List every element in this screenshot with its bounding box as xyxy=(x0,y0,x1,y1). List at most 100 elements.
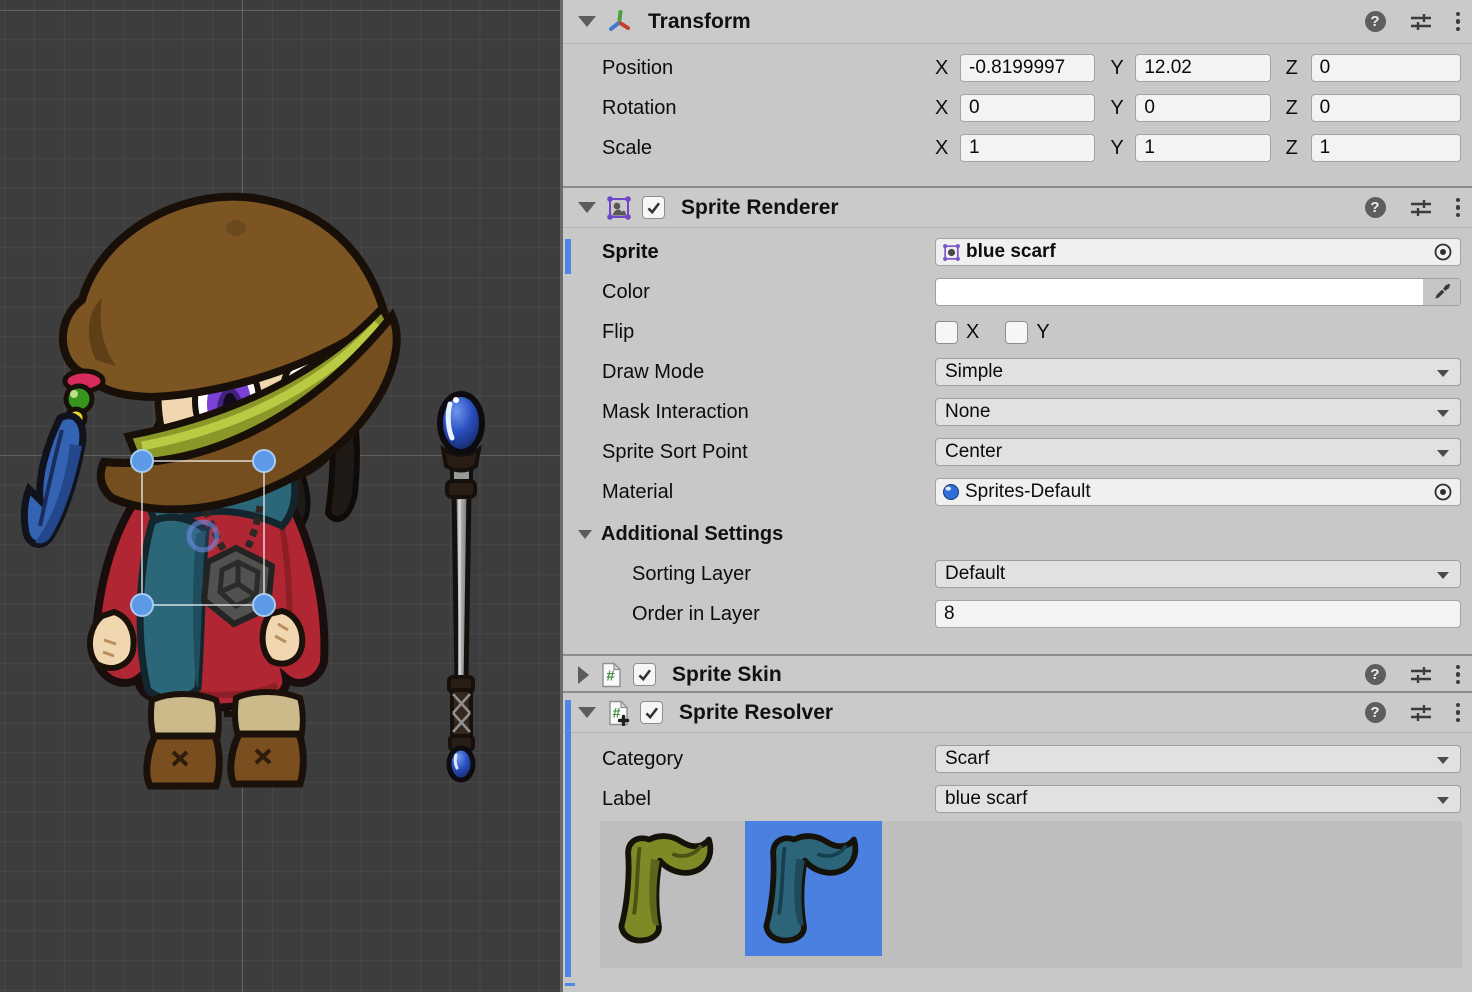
component-enabled-checkbox[interactable] xyxy=(633,663,656,686)
foldout-closed-icon[interactable] xyxy=(578,666,589,684)
field-label: Category xyxy=(602,748,935,771)
group-label: Additional Settings xyxy=(601,523,783,546)
axis-y-label: Y xyxy=(1110,137,1135,160)
sorting-layer-row: Sorting Layer Default xyxy=(602,560,1461,588)
selection-handle-bottom-right[interactable] xyxy=(253,594,275,616)
material-row: Material Sprites-Default xyxy=(602,478,1461,506)
flip-x-checkbox[interactable] xyxy=(935,321,958,344)
staff-sprite[interactable] xyxy=(440,394,482,780)
rotation-row: Rotation X0 Y0 Z0 xyxy=(602,94,1461,122)
sprite-sort-point-dropdown[interactable]: Center xyxy=(935,438,1461,466)
draw-mode-row: Draw Mode Simple xyxy=(602,358,1461,386)
rotation-y-field[interactable]: 0 xyxy=(1135,94,1270,122)
draw-mode-dropdown[interactable]: Simple xyxy=(935,358,1461,386)
field-label: Rotation xyxy=(602,97,935,120)
mask-interaction-row: Mask Interaction None xyxy=(602,398,1461,426)
order-in-layer-field[interactable]: 8 xyxy=(935,600,1461,628)
material-object-field[interactable]: Sprites-Default xyxy=(935,478,1461,506)
sprite-thumbnail-blue-scarf[interactable] xyxy=(745,821,882,956)
foldout-open-icon[interactable] xyxy=(578,202,596,213)
field-label: Mask Interaction xyxy=(602,401,935,424)
field-label: Flip xyxy=(602,321,935,344)
prefab-override-marker xyxy=(565,983,575,986)
context-menu-icon[interactable] xyxy=(1456,665,1461,685)
field-label: Scale xyxy=(602,137,935,160)
material-value: Sprites-Default xyxy=(965,481,1091,503)
transform-icon xyxy=(606,9,632,35)
flip-row: Flip X Y xyxy=(602,318,1461,346)
scene-view[interactable] xyxy=(0,0,563,992)
help-icon[interactable]: ? xyxy=(1365,664,1386,685)
mask-interaction-dropdown[interactable]: None xyxy=(935,398,1461,426)
rotation-x-field[interactable]: 0 xyxy=(960,94,1095,122)
presets-icon[interactable] xyxy=(1410,12,1432,32)
context-menu-icon[interactable] xyxy=(1456,703,1461,723)
component-title: Sprite Renderer xyxy=(681,196,839,220)
position-z-field[interactable]: 0 xyxy=(1311,54,1461,82)
axis-z-label: Z xyxy=(1286,57,1311,80)
color-swatch[interactable] xyxy=(936,279,1423,305)
label-dropdown[interactable]: blue scarf xyxy=(935,785,1461,813)
help-icon[interactable]: ? xyxy=(1365,197,1386,218)
sprite-thumbnail-green-scarf[interactable] xyxy=(600,821,737,956)
scale-z-field[interactable]: 1 xyxy=(1311,134,1461,162)
context-menu-icon[interactable] xyxy=(1456,12,1461,32)
additional-settings-foldout[interactable]: Additional Settings xyxy=(578,520,1461,548)
color-row: Color xyxy=(602,278,1461,306)
object-picker-icon[interactable] xyxy=(1433,242,1453,262)
sprite-object-field[interactable]: blue scarf xyxy=(935,238,1461,266)
component-title: Sprite Skin xyxy=(672,663,782,687)
foldout-open-icon[interactable] xyxy=(578,707,596,718)
help-icon[interactable]: ? xyxy=(1365,11,1386,32)
component-title: Sprite Resolver xyxy=(679,701,833,725)
object-picker-icon[interactable] xyxy=(1433,482,1453,502)
prefab-override-bar xyxy=(565,700,571,977)
help-icon[interactable]: ? xyxy=(1365,702,1386,723)
rotation-z-field[interactable]: 0 xyxy=(1311,94,1461,122)
material-icon xyxy=(942,483,960,501)
eyedropper-icon[interactable] xyxy=(1423,279,1460,305)
character-sprite[interactable] xyxy=(24,197,396,786)
sprite-variant-grid xyxy=(600,821,1462,968)
component-transform: Transform ? Position X-0.8199997 Y12.02 … xyxy=(563,0,1472,188)
component-title: Transform xyxy=(648,10,751,34)
category-dropdown[interactable]: Scarf xyxy=(935,745,1461,773)
component-sprite-resolver: # Sprite Resolver ? Category Scarf xyxy=(563,693,1472,986)
scene-canvas xyxy=(0,0,560,992)
sprite-renderer-icon xyxy=(606,195,632,221)
scale-y-field[interactable]: 1 xyxy=(1135,134,1270,162)
axis-y-label: Y xyxy=(1110,97,1135,120)
axis-x-label: X xyxy=(935,97,960,120)
component-enabled-checkbox[interactable] xyxy=(642,196,665,219)
presets-icon[interactable] xyxy=(1410,703,1432,723)
sprite-resolver-header[interactable]: # Sprite Resolver ? xyxy=(563,693,1472,733)
flip-y-checkbox[interactable] xyxy=(1005,321,1028,344)
selection-handle-bottom-left[interactable] xyxy=(131,594,153,616)
component-enabled-checkbox[interactable] xyxy=(640,701,663,724)
field-label: Label xyxy=(602,788,935,811)
label-row: Label blue scarf xyxy=(602,785,1461,813)
selection-handle-top-right[interactable] xyxy=(253,450,275,472)
field-label: Order in Layer xyxy=(602,603,935,626)
svg-text:#: # xyxy=(613,704,621,720)
pivot-indicator[interactable] xyxy=(189,522,217,550)
prefab-override-bar xyxy=(565,239,571,274)
position-x-field[interactable]: -0.8199997 xyxy=(960,54,1095,82)
selection-handle-top-left[interactable] xyxy=(131,450,153,472)
transform-header[interactable]: Transform ? xyxy=(563,0,1472,44)
sprite-skin-header[interactable]: # Sprite Skin ? xyxy=(563,656,1472,693)
scale-x-field[interactable]: 1 xyxy=(960,134,1095,162)
presets-icon[interactable] xyxy=(1410,665,1432,685)
context-menu-icon[interactable] xyxy=(1456,198,1461,218)
sprite-renderer-header[interactable]: Sprite Renderer ? xyxy=(563,188,1472,228)
sprite-value: blue scarf xyxy=(966,241,1056,263)
color-field[interactable] xyxy=(935,278,1461,306)
foldout-open-icon[interactable] xyxy=(578,16,596,27)
position-y-field[interactable]: 12.02 xyxy=(1135,54,1270,82)
presets-icon[interactable] xyxy=(1410,198,1432,218)
sprite-sort-point-row: Sprite Sort Point Center xyxy=(602,438,1461,466)
script-icon: # xyxy=(599,662,623,688)
sorting-layer-dropdown[interactable]: Default xyxy=(935,560,1461,588)
foldout-open-icon[interactable] xyxy=(578,530,592,539)
axis-z-label: Z xyxy=(1286,97,1311,120)
